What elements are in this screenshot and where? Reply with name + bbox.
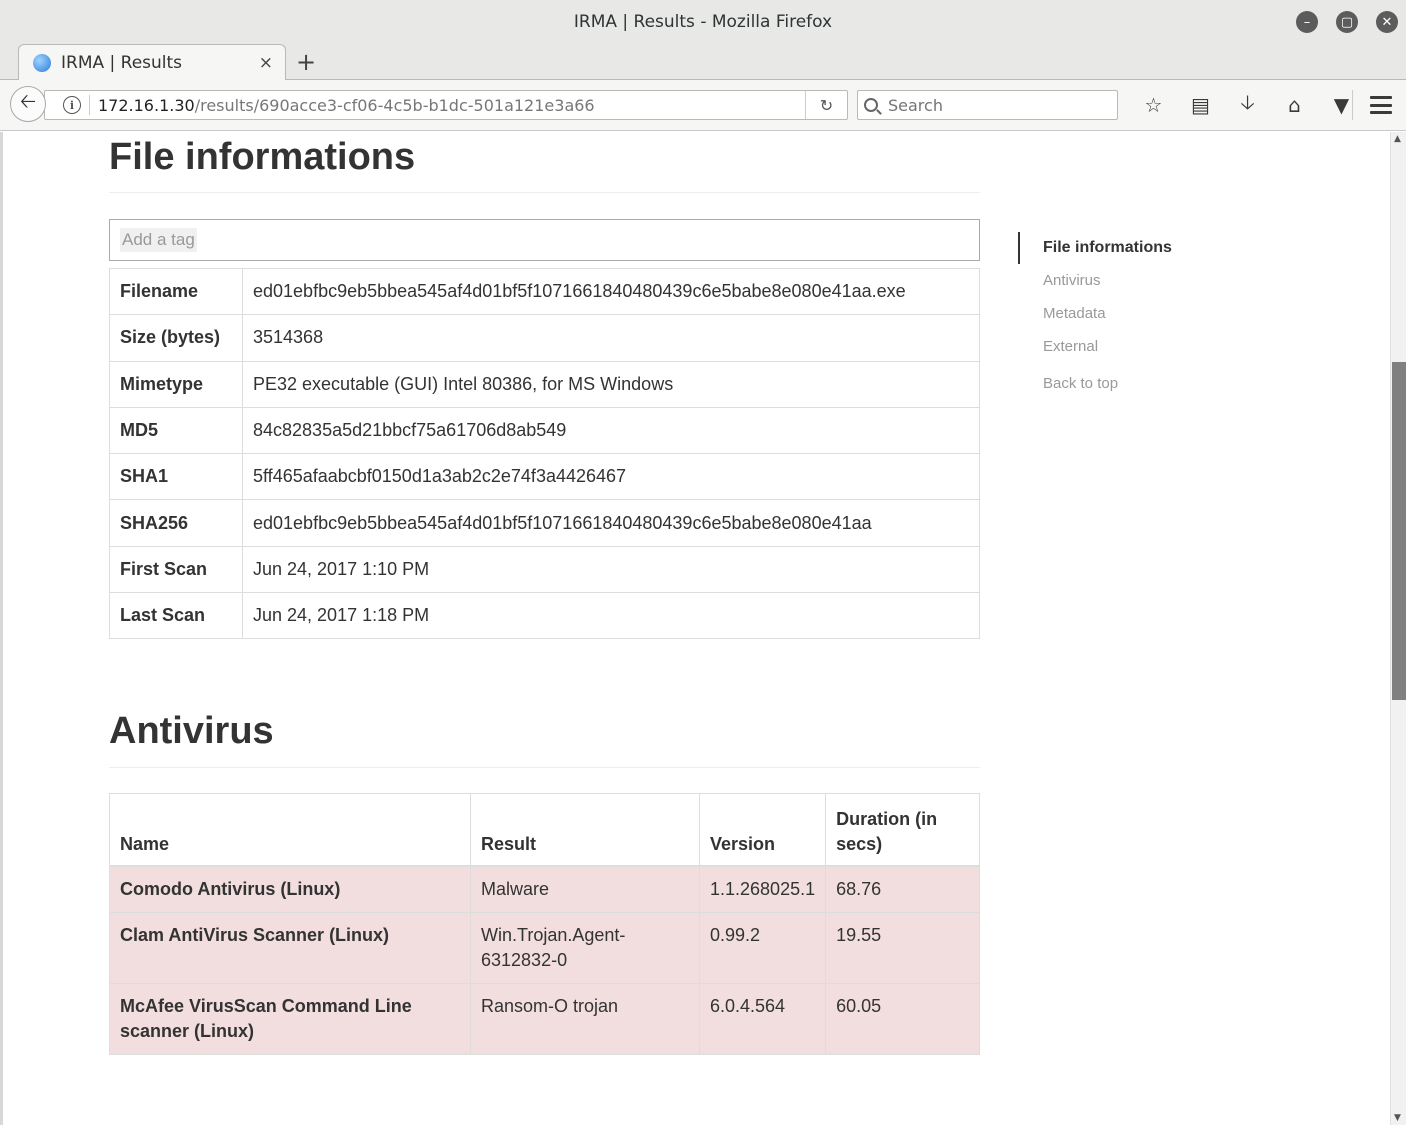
reload-icon[interactable]: ↻ <box>805 91 847 119</box>
tab-strip: IRMA | Results × + <box>0 44 1406 81</box>
av-name: Comodo Antivirus (Linux) <box>109 865 471 913</box>
row-value: PE32 executable (GUI) Intel 80386, for M… <box>242 360 980 408</box>
search-bar[interactable] <box>857 90 1118 120</box>
table-row: MD5 84c82835a5d21bbcf75a61706d8ab549 <box>109 406 980 455</box>
table-header-row: Name Result Version Duration (in secs) <box>109 793 980 867</box>
new-tab-button[interactable]: + <box>296 48 316 76</box>
back-button[interactable]: 🡠 <box>10 86 46 122</box>
row-label: First Scan <box>109 545 243 594</box>
table-row: Mimetype PE32 executable (GUI) Intel 8038… <box>109 360 980 408</box>
row-label: Last Scan <box>109 592 243 640</box>
row-value: ed01ebfbc9eb5bbea545af4d01bf5f1071661840… <box>242 267 980 316</box>
url-host: 172.16.1.30 <box>98 95 195 115</box>
scrollbar-thumb[interactable] <box>1392 362 1406 700</box>
page-content: File informations Add a tag Filename ed01… <box>0 132 1390 1125</box>
search-input[interactable] <box>888 95 1098 115</box>
sidenav-item-antivirus[interactable]: Antivirus <box>1018 264 1278 297</box>
url-path: /results/690acce3-cf06-4c5b-b1dc-501a121… <box>194 95 595 115</box>
row-value: 84c82835a5d21bbcf75a61706d8ab549 <box>242 406 980 455</box>
hamburger-menu-icon[interactable] <box>1366 93 1396 117</box>
table-row: Filename ed01ebfbc9eb5bbea545af4d01bf5f10… <box>109 267 980 316</box>
table-row: SHA256 ed01ebfbc9eb5bbea545af4d01bf5f1071… <box>109 499 980 547</box>
antivirus-table: Name Result Version Duration (in secs) C… <box>109 793 980 1055</box>
row-value: 5ff465afaabcbf0150d1a3ab2c2e74f3a4426467 <box>242 453 980 501</box>
section-divider <box>109 192 980 193</box>
bookmark-star-icon[interactable]: ☆ <box>1130 92 1177 118</box>
toolbar-icons: ☆ ▤ 🡣 ⌂ ▼ <box>1130 90 1365 118</box>
table-row: SHA1 5ff465afaabcbf0150d1a3ab2c2e74f3a442… <box>109 453 980 501</box>
minimize-icon[interactable]: – <box>1296 11 1318 33</box>
column-header-name[interactable]: Name <box>109 793 471 867</box>
home-icon[interactable]: ⌂ <box>1271 92 1318 118</box>
tag-placeholder: Add a tag <box>120 228 197 252</box>
file-informations-heading: File informations <box>109 136 416 178</box>
av-result: Malware <box>470 865 700 913</box>
table-row: Last Scan Jun 24, 2017 1:18 PM <box>109 592 980 640</box>
table-row: Comodo Antivirus (Linux) Malware 1.1.268… <box>109 865 980 913</box>
close-window-icon[interactable]: ✕ <box>1376 11 1398 33</box>
row-label: Size (bytes) <box>109 314 243 362</box>
scroll-up-icon[interactable]: ▲ <box>1394 134 1401 144</box>
section-sidenav: File informations Antivirus Metadata Ext… <box>1018 232 1278 392</box>
av-version: 6.0.4.564 <box>698 982 827 1055</box>
toolbar-divider <box>1352 90 1353 120</box>
column-header-version[interactable]: Version <box>698 793 827 867</box>
row-label: SHA256 <box>109 499 243 547</box>
reader-list-icon[interactable]: ▤ <box>1177 92 1224 118</box>
sidenav-item-file-informations[interactable]: File informations <box>1018 232 1278 264</box>
add-tag-input[interactable]: Add a tag <box>109 219 980 261</box>
maximize-icon[interactable]: ▢ <box>1336 11 1358 33</box>
sidenav-item-external[interactable]: External <box>1018 330 1278 363</box>
window-title: IRMA | Results - Mozilla Firefox <box>573 12 833 32</box>
av-duration: 60.05 <box>825 982 980 1055</box>
row-label: MD5 <box>109 406 243 455</box>
av-result: Ransom-O trojan <box>470 982 700 1055</box>
back-to-top-link[interactable]: Back to top <box>1018 375 1278 392</box>
window-controls: – ▢ ✕ <box>1296 11 1398 33</box>
site-info-icon[interactable]: i <box>63 96 81 114</box>
column-header-result[interactable]: Result <box>470 793 700 867</box>
pocket-icon[interactable]: ▼ <box>1318 92 1365 118</box>
window-titlebar: IRMA | Results - Mozilla Firefox – ▢ ✕ <box>0 0 1406 44</box>
url-divider <box>89 95 90 115</box>
row-label: Filename <box>109 267 243 316</box>
av-version: 0.99.2 <box>698 911 827 984</box>
tab-irma-results[interactable]: IRMA | Results × <box>18 44 286 81</box>
row-value: Jun 24, 2017 1:18 PM <box>242 592 980 640</box>
av-version: 1.1.268025.1 <box>698 865 827 913</box>
page-scrollbar[interactable]: ▲ ▼ <box>1390 132 1406 1125</box>
column-header-duration[interactable]: Duration (in secs) <box>825 793 980 867</box>
navigation-toolbar: i 172.16.1.30 /results/690acce3-cf06-4c5… <box>0 80 1406 131</box>
row-value: Jun 24, 2017 1:10 PM <box>242 545 980 594</box>
sidenav-item-metadata[interactable]: Metadata <box>1018 297 1278 330</box>
file-info-table: Filename ed01ebfbc9eb5bbea545af4d01bf5f10… <box>109 267 980 640</box>
row-label: Mimetype <box>109 360 243 408</box>
table-row: Clam AntiVirus Scanner (Linux) Win.Troja… <box>109 911 980 984</box>
content-left-edge <box>0 132 3 1125</box>
scroll-down-icon[interactable]: ▼ <box>1394 1113 1401 1123</box>
table-row: Size (bytes) 3514368 <box>109 314 980 362</box>
globe-icon <box>33 54 51 72</box>
table-row: McAfee VirusScan Command Line scanner (L… <box>109 982 980 1055</box>
row-value: 3514368 <box>242 314 980 362</box>
tab-label: IRMA | Results <box>61 53 183 73</box>
table-row: First Scan Jun 24, 2017 1:10 PM <box>109 545 980 594</box>
row-label: SHA1 <box>109 453 243 501</box>
section-divider <box>109 767 980 768</box>
search-icon <box>864 98 878 112</box>
av-duration: 19.55 <box>825 911 980 984</box>
antivirus-heading: Antivirus <box>109 710 274 752</box>
row-value: ed01ebfbc9eb5bbea545af4d01bf5f1071661840… <box>242 499 980 547</box>
tab-close-icon[interactable]: × <box>259 53 273 73</box>
av-result: Win.Trojan.Agent-6312832-0 <box>470 911 700 984</box>
av-name: McAfee VirusScan Command Line scanner (L… <box>109 982 471 1055</box>
av-duration: 68.76 <box>825 865 980 913</box>
download-icon[interactable]: 🡣 <box>1224 90 1271 118</box>
arrow-left-icon: 🡠 <box>19 89 37 113</box>
av-name: Clam AntiVirus Scanner (Linux) <box>109 911 471 984</box>
url-bar[interactable]: i 172.16.1.30 /results/690acce3-cf06-4c5… <box>44 90 848 120</box>
